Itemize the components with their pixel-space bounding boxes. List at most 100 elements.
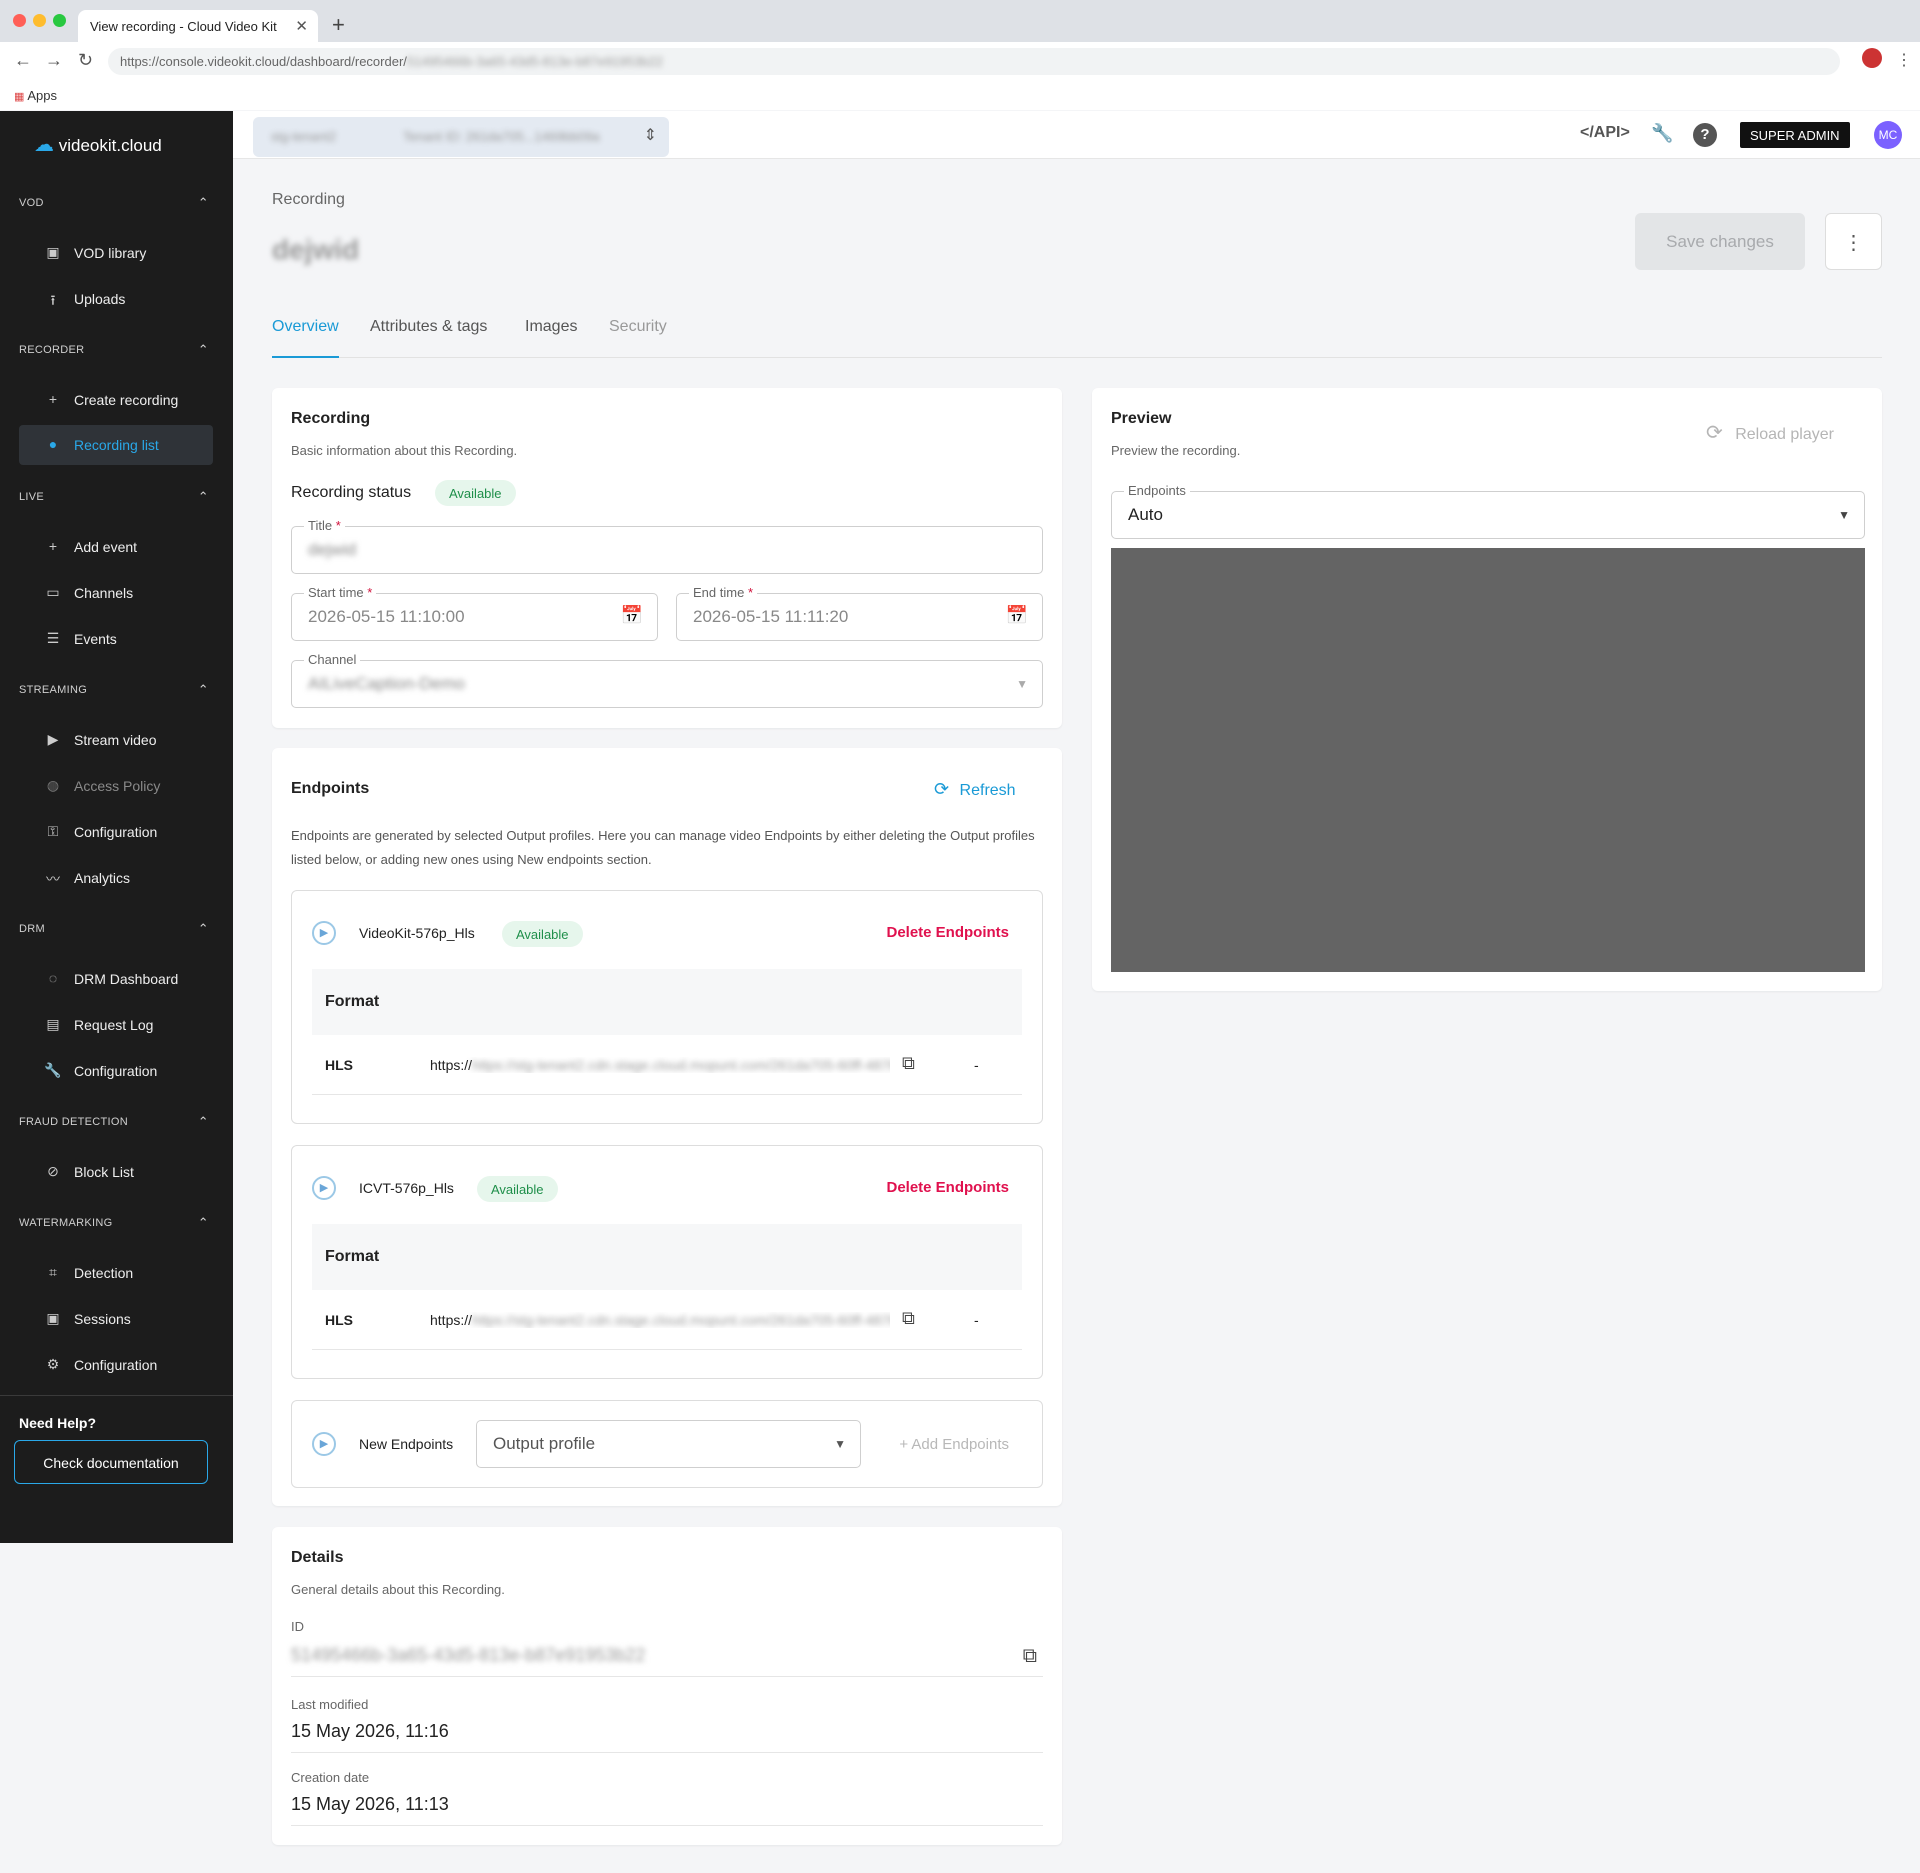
refresh-icon: ⟳ <box>934 779 950 799</box>
sidebar-item-uploads[interactable]: ⭱ Uploads <box>19 279 213 319</box>
title-field-value: dejwid <box>308 540 357 559</box>
session-card-icon: ▣ <box>46 1310 60 1326</box>
output-profile-select[interactable]: Output profile ▼ <box>476 1420 861 1468</box>
forward-icon[interactable]: → <box>45 50 63 71</box>
close-tab-icon[interactable]: ✕ <box>295 17 308 35</box>
settings-box-icon: ⚙ <box>46 1356 60 1372</box>
sidebar-item-events[interactable]: ☰ Events <box>19 619 213 659</box>
browser-menu-icon[interactable]: ⋮ <box>1896 50 1912 70</box>
delete-endpoints-button[interactable]: Delete Endpoints <box>886 924 1009 941</box>
sidebar-item-label: Sessions <box>74 1311 131 1327</box>
id-value: 51495466b-3a65-43d5-813e-b87e91953b22 <box>291 1645 646 1665</box>
endpoint-url[interactable]: https://https://stg-tenant2.cdn.stage.cl… <box>430 1057 890 1073</box>
top-bar: stg-tenant2 Tenant ID: 261da705...1469bb… <box>233 111 1920 159</box>
tab-images[interactable]: Images <box>525 318 577 358</box>
section-fraud-label: FRAUD DETECTION <box>19 1116 128 1128</box>
sidebar-item-label: Add event <box>74 539 138 555</box>
end-time-field[interactable]: End time * 2026-05-15 11:11:20 📅 <box>676 585 1043 641</box>
section-live-label: LIVE <box>19 491 45 503</box>
sidebar-item-stream-configuration[interactable]: ⚿ Configuration <box>19 812 213 852</box>
sidebar-item-label: Block List <box>74 1164 134 1180</box>
section-live[interactable]: LIVE ⌃ <box>19 489 209 504</box>
avatar[interactable]: MC <box>1874 121 1902 149</box>
table-row: HLS https://https://stg-tenant2.cdn.stag… <box>312 1290 1022 1350</box>
reload-player-button[interactable]: ⟳ Reload player <box>1706 420 1834 445</box>
wrench-icon[interactable]: 🔧 <box>1651 123 1673 144</box>
section-vod[interactable]: VOD ⌃ <box>19 195 209 210</box>
scan-icon: ⌗ <box>49 1264 57 1280</box>
title-field[interactable]: Title * dejwid <box>291 518 1043 574</box>
chevron-up-icon: ⌃ <box>197 195 209 210</box>
sidebar-item-block-list[interactable]: ⊘ Block List <box>19 1152 213 1192</box>
section-fraud-detection[interactable]: FRAUD DETECTION ⌃ <box>19 1114 209 1129</box>
sidebar-item-sessions[interactable]: ▣ Sessions <box>19 1299 213 1339</box>
maximize-window-icon[interactable] <box>53 14 66 27</box>
help-icon[interactable]: ? <box>1693 123 1717 147</box>
status-badge: Available <box>477 1176 558 1202</box>
start-time-field[interactable]: Start time * 2026-05-15 11:10:00 📅 <box>291 585 658 641</box>
tenant-selector[interactable]: stg-tenant2 Tenant ID: 261da705...1469bb… <box>253 117 669 157</box>
check-documentation-button[interactable]: Check documentation <box>14 1440 208 1484</box>
logo[interactable]: ☁ videokit.cloud <box>34 132 162 157</box>
refresh-button[interactable]: ⟳ Refresh <box>934 779 1016 800</box>
copy-icon[interactable]: ⧉ <box>902 1308 915 1329</box>
sidebar-item-label: Recording list <box>74 437 159 453</box>
chevron-down-icon: ▼ <box>1016 677 1028 691</box>
delete-endpoints-button[interactable]: Delete Endpoints <box>886 1179 1009 1196</box>
sidebar-item-drm-configuration[interactable]: 🔧 Configuration <box>19 1051 213 1091</box>
sidebar-item-label: Detection <box>74 1265 134 1281</box>
close-window-icon[interactable] <box>13 14 26 27</box>
sidebar-item-create-recording[interactable]: + Create recording <box>19 380 213 420</box>
more-options-icon[interactable]: ⋮ <box>1825 213 1882 270</box>
endpoints-select[interactable]: Endpoints Auto ▼ <box>1111 483 1865 539</box>
section-recorder[interactable]: RECORDER ⌃ <box>19 342 209 357</box>
copy-icon[interactable]: ⧉ <box>1023 1645 1037 1668</box>
add-endpoints-button[interactable]: + Add Endpoints <box>899 1436 1009 1453</box>
minimize-window-icon[interactable] <box>33 14 46 27</box>
endpoint-play-icon: ▶ <box>312 921 336 945</box>
tab-security[interactable]: Security <box>609 318 667 358</box>
sidebar-item-detection[interactable]: ⌗ Detection <box>19 1253 213 1293</box>
chevron-up-icon: ⌃ <box>197 921 209 936</box>
sidebar-item-request-log[interactable]: ▤ Request Log <box>19 1005 213 1045</box>
calendar-icon[interactable]: 📅 <box>621 605 643 626</box>
api-icon[interactable]: </API> <box>1580 124 1630 142</box>
sidebar-item-vod-library[interactable]: ▣ VOD library <box>19 233 213 273</box>
sidebar-item-access-policy[interactable]: ◍ Access Policy <box>19 766 213 806</box>
new-tab-icon[interactable]: + <box>332 12 345 38</box>
required-mark: * <box>367 585 373 600</box>
endpoint-url[interactable]: https://https://stg-tenant2.cdn.stage.cl… <box>430 1312 890 1328</box>
calendar-icon[interactable]: 📅 <box>1006 605 1028 626</box>
refresh-label: Refresh <box>959 782 1016 799</box>
sidebar-item-channels[interactable]: ▭ Channels <box>19 573 213 613</box>
sidebar-item-add-event[interactable]: + Add event <box>19 527 213 567</box>
breadcrumb[interactable]: Recording <box>272 191 345 209</box>
video-player[interactable] <box>1111 548 1865 972</box>
globe-lock-icon: ◍ <box>46 777 60 793</box>
browser-tab[interactable]: View recording - Cloud Video Kit ✕ <box>78 10 318 42</box>
sidebar-item-analytics[interactable]: 〰 Analytics <box>19 858 213 898</box>
tab-attributes-tags[interactable]: Attributes & tags <box>370 318 487 358</box>
section-watermarking[interactable]: WATERMARKING ⌃ <box>19 1215 209 1230</box>
profile-icon[interactable] <box>1862 48 1882 68</box>
sidebar-item-wm-configuration[interactable]: ⚙ Configuration <box>19 1345 213 1385</box>
extra-cell: - <box>974 1312 979 1328</box>
section-drm[interactable]: DRM ⌃ <box>19 921 209 936</box>
channel-select[interactable]: Channel AILiveCaption-Demo ▼ <box>291 652 1043 708</box>
sidebar-item-recording-list[interactable]: ● Recording list <box>19 425 213 465</box>
sidebar-item-stream-video[interactable]: ▶ Stream video <box>19 720 213 760</box>
wrench-icon: 🔧 <box>44 1062 62 1078</box>
reload-icon[interactable]: ↻ <box>78 50 93 71</box>
format-header: Format <box>312 969 1022 1035</box>
section-streaming[interactable]: STREAMING ⌃ <box>19 682 209 697</box>
new-endpoints-box: ▶ New Endpoints Output profile ▼ + Add E… <box>291 1400 1043 1488</box>
sidebar-item-drm-dashboard[interactable]: ◌ DRM Dashboard <box>19 959 213 999</box>
save-changes-button[interactable]: Save changes <box>1635 213 1805 270</box>
tab-overview[interactable]: Overview <box>272 318 339 358</box>
back-icon[interactable]: ← <box>14 50 32 71</box>
channel-label: Channel <box>304 652 361 667</box>
chevron-up-icon: ⌃ <box>197 682 209 697</box>
copy-icon[interactable]: ⧉ <box>902 1053 915 1074</box>
address-bar[interactable]: https://console.videokit.cloud/dashboard… <box>108 48 1840 75</box>
bookmark-apps[interactable]: Apps <box>27 88 57 103</box>
